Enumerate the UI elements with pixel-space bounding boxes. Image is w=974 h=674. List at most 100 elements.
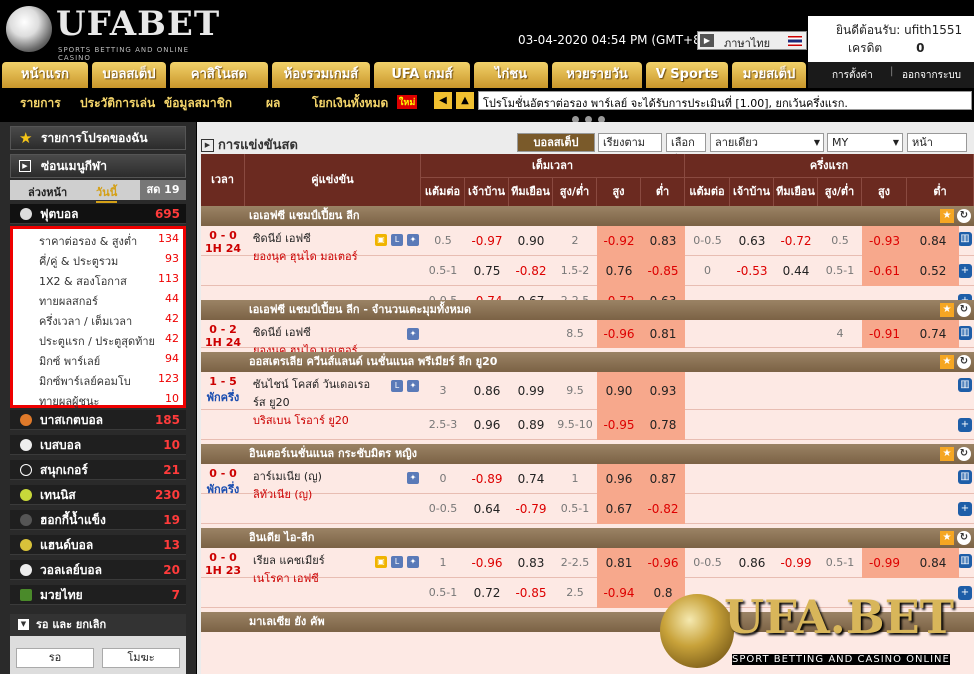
stats-chart-icon[interactable]: ▥ [958, 232, 972, 246]
stats-chart-icon[interactable]: ▥ [958, 326, 972, 340]
sport-football[interactable]: ฟุตบอล 695 [10, 204, 186, 224]
odds-cell[interactable]: -0.96 [597, 320, 641, 348]
info-icon[interactable]: ✦ [407, 234, 419, 246]
league-header[interactable]: เอเอฟซี แชมป์เปี้ยน ลีก - จำนวนเตะมุมทั้… [201, 300, 974, 320]
submenu-item[interactable]: มิกซ์ พาร์เลย์ [39, 352, 100, 370]
sport-baseball[interactable]: เบสบอล 10 [10, 435, 186, 455]
tab-cockfight[interactable]: ไก่ชน [474, 62, 548, 88]
tab-home[interactable]: หน้าแรก [2, 62, 88, 88]
submenu-item[interactable]: ทายผลสกอร์ [39, 292, 98, 310]
league-header[interactable]: อินเดีย ไอ-ลีก ★ ↻ [201, 528, 974, 548]
refresh-icon[interactable]: ↻ [957, 303, 971, 317]
scroll-left-button[interactable]: ◀ [434, 92, 452, 109]
logout-link[interactable]: ออกจากระบบ [902, 68, 961, 83]
more-bets-icon[interactable]: + [958, 502, 972, 516]
odds-cell[interactable]: 0.81 [597, 548, 641, 578]
sport-tennis[interactable]: เทนนิส 230 [10, 485, 186, 505]
sport-basketball[interactable]: บาสเกตบอล 185 [10, 410, 186, 430]
odds-cell[interactable]: -0.91 [862, 320, 907, 348]
favorite-star-icon[interactable]: ★ [940, 531, 954, 545]
submenu-item[interactable]: ประตูแรก / ประตูสุดท้าย [39, 332, 155, 350]
odds-cell[interactable]: 0.78 [641, 410, 685, 440]
select-league-button[interactable]: เลือกลีก [666, 133, 706, 166]
league-header[interactable]: อินเตอร์เนชั่นแนล กระชับมิตร หญิง ★ ↻ [201, 444, 974, 464]
odds-cell[interactable]: 0.84 [907, 548, 959, 578]
odds-cell[interactable]: 0.89 [509, 410, 553, 440]
league-header[interactable]: เอเอฟซี แชมป์เปี้ยน ลีก ★ ↻ [201, 206, 974, 226]
tab-vsports[interactable]: V Sports [646, 62, 728, 88]
sub-nav-profile[interactable]: ข้อมูลสมาชิก [164, 94, 232, 113]
odds-cell[interactable]: -0.96 [641, 548, 685, 578]
stats-chart-icon[interactable]: ▥ [958, 554, 972, 568]
sport-muay-thai[interactable]: มวยไทย 7 [10, 585, 186, 605]
sport-ice-hockey[interactable]: ฮอกกี้น้ำแข็ง 19 [10, 510, 186, 530]
submenu-item[interactable]: คี่/คู่ & ประตูรวม [39, 252, 118, 270]
line-select[interactable]: ลายเดียว ▼ [710, 133, 824, 152]
submenu-item[interactable]: ทายผลผู้ชนะ [39, 392, 99, 410]
void-button[interactable]: โมฆะ [102, 648, 180, 668]
odds-cell[interactable]: -0.94 [597, 578, 641, 608]
odds-cell[interactable]: -0.79 [509, 494, 553, 524]
odds-cell[interactable]: -0.92 [597, 226, 641, 256]
more-bets-icon[interactable]: + [958, 264, 972, 278]
current-page-button[interactable]: หน้าปัจจุบัน [907, 133, 967, 166]
odds-cell[interactable]: 0.83 [509, 548, 553, 578]
odds-cell[interactable]: -0.85 [641, 256, 685, 286]
odds-cell[interactable]: -0.93 [862, 226, 907, 256]
sub-nav-statement[interactable]: รายการ [20, 94, 61, 113]
odds-cell[interactable]: 0.90 [597, 372, 641, 410]
odds-cell[interactable]: 0.93 [641, 372, 685, 410]
sort-time-button[interactable]: เรียงตามเวลา [598, 133, 662, 166]
odds-cell[interactable]: 0.75 [465, 256, 509, 286]
odds-cell[interactable]: 0.81 [641, 320, 685, 348]
odds-cell[interactable]: 0.74 [907, 320, 959, 348]
odds-cell[interactable]: -0.82 [641, 494, 685, 524]
favorite-star-icon[interactable]: ★ [940, 303, 954, 317]
tab-lottery[interactable]: หวยรายวัน [552, 62, 642, 88]
odds-cell[interactable]: 0.44 [774, 256, 818, 286]
odds-cell[interactable]: 0.86 [730, 548, 774, 578]
scroll-up-button[interactable]: ▲ [456, 92, 474, 109]
tv-icon[interactable]: ▣ [375, 234, 387, 246]
sub-nav-results[interactable]: ผล [266, 94, 280, 113]
odds-cell[interactable]: -0.96 [465, 548, 509, 578]
ufabet-logo[interactable]: UFABET SPORTS BETTING AND ONLINE CASINO [4, 4, 219, 62]
odds-cell[interactable]: 0.90 [509, 226, 553, 256]
betslip-header[interactable]: ▼ รอ และ ยกเลิก [10, 614, 186, 636]
hide-menu-button[interactable]: ▶ ซ่อนเมนูกีฬา [10, 154, 186, 178]
league-header[interactable]: ออสเตรเลีย ควีนส์แลนด์ เนชั่นแนล พรีเมีย… [201, 352, 974, 372]
odds-cell[interactable]: 0.76 [597, 256, 641, 286]
step-bet-button[interactable]: บอลสเต็ป [517, 133, 595, 152]
sport-handball[interactable]: แฮนด์บอล 13 [10, 535, 186, 555]
sub-nav-transfer[interactable]: โยกเงินทั้งหมด [312, 94, 388, 113]
submenu-item[interactable]: ครึ่งเวลา / เต็มเวลา [39, 312, 132, 330]
favorite-star-icon[interactable]: ★ [940, 355, 954, 369]
odds-cell[interactable]: -0.72 [774, 226, 818, 256]
odds-cell[interactable]: 0.64 [465, 494, 509, 524]
odds-cell[interactable]: 0.86 [465, 372, 509, 410]
tab-live[interactable]: สด 19 [140, 180, 186, 200]
info-icon[interactable]: ✦ [407, 380, 419, 392]
info-icon[interactable]: ✦ [407, 328, 419, 340]
odds-cell[interactable]: 0.52 [907, 256, 959, 286]
submenu-item[interactable]: มิกซ์พาร์เลย์คอมโบ [39, 372, 131, 390]
live-stats-icon[interactable]: L [391, 234, 403, 246]
tab-step[interactable]: บอลสเต็ป [92, 62, 166, 88]
refresh-icon[interactable]: ↻ [957, 355, 971, 369]
refresh-icon[interactable]: ↻ [957, 209, 971, 223]
sub-nav-history[interactable]: ประวัติการเล่น [80, 94, 155, 113]
odds-cell[interactable]: -0.82 [509, 256, 553, 286]
info-icon[interactable]: ✦ [407, 472, 419, 484]
odds-cell[interactable]: 0.72 [465, 578, 509, 608]
odds-cell[interactable]: -0.99 [862, 548, 907, 578]
tab-casino[interactable]: คาสิโนสด [170, 62, 268, 88]
refresh-icon[interactable]: ↻ [957, 531, 971, 545]
more-bets-icon[interactable]: + [958, 418, 972, 432]
tab-early[interactable]: ล่วงหน้า [28, 183, 67, 201]
odds-cell[interactable]: 0.83 [641, 226, 685, 256]
odds-cell[interactable]: -0.61 [862, 256, 907, 286]
info-icon[interactable]: ✦ [407, 556, 419, 568]
odds-cell[interactable]: 0.96 [465, 410, 509, 440]
odds-cell[interactable]: 0.99 [509, 372, 553, 410]
refresh-icon[interactable]: ↻ [957, 447, 971, 461]
